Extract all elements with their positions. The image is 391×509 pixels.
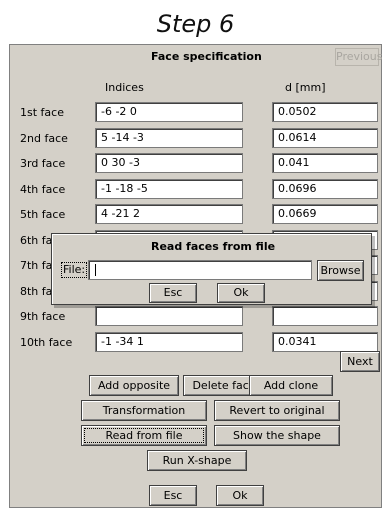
dialog-esc-button[interactable]: Esc [149,283,197,303]
indices-input[interactable]: 4 -21 2 [95,204,243,224]
ok-button[interactable]: Ok [216,485,264,506]
indices-input[interactable] [95,306,243,326]
indices-input[interactable]: -1 -18 -5 [95,179,243,199]
distance-input[interactable]: 0.0669 [272,204,378,224]
text-caret [95,264,96,276]
distance-input[interactable] [272,306,378,326]
indices-input[interactable]: -1 -34 1 [95,332,243,352]
esc-button[interactable]: Esc [149,485,197,506]
dialog-title: Read faces from file [151,240,276,253]
indices-header: Indices [105,81,144,94]
window-title: Face specification [151,50,262,63]
indices-input[interactable]: 0 30 -3 [95,153,243,173]
run-xshape-button[interactable]: Run X-shape [147,450,247,471]
distance-input[interactable]: 0.0341 [272,332,378,352]
add-opposite-button[interactable]: Add opposite [89,375,179,396]
dialog-ok-button[interactable]: Ok [217,283,265,303]
face-label: 2nd face [20,132,68,145]
face-label: 9th face [20,310,66,323]
distance-input[interactable]: 0.0696 [272,179,378,199]
face-label: 10th face [20,336,73,349]
d-header: d [mm] [285,81,326,94]
file-path-input[interactable] [88,260,312,280]
indices-input[interactable]: -6 -2 0 [95,102,243,122]
browse-button[interactable]: Browse [317,260,364,281]
read-faces-dialog: Read faces from file File: Browse Esc Ok [51,233,372,305]
distance-input[interactable]: 0.0502 [272,102,378,122]
face-label: 4th face [20,183,66,196]
face-label: 3rd face [20,157,66,170]
face-label: 5th face [20,208,66,221]
show-the-shape-button[interactable]: Show the shape [214,425,340,446]
face-label: 1st face [20,106,64,119]
file-label: File: [61,262,88,278]
previous-button[interactable]: Previous [335,48,383,66]
indices-input[interactable]: 5 -14 -3 [95,128,243,148]
add-clone-button[interactable]: Add clone [249,375,333,396]
read-from-file-button[interactable]: Read from file [81,425,207,446]
next-button[interactable]: Next [340,351,380,372]
transformation-button[interactable]: Transformation [81,400,207,421]
revert-to-original-button[interactable]: Revert to original [214,400,340,421]
step-title: Step 6 [156,10,235,38]
distance-input[interactable]: 0.041 [272,153,378,173]
distance-input[interactable]: 0.0614 [272,128,378,148]
